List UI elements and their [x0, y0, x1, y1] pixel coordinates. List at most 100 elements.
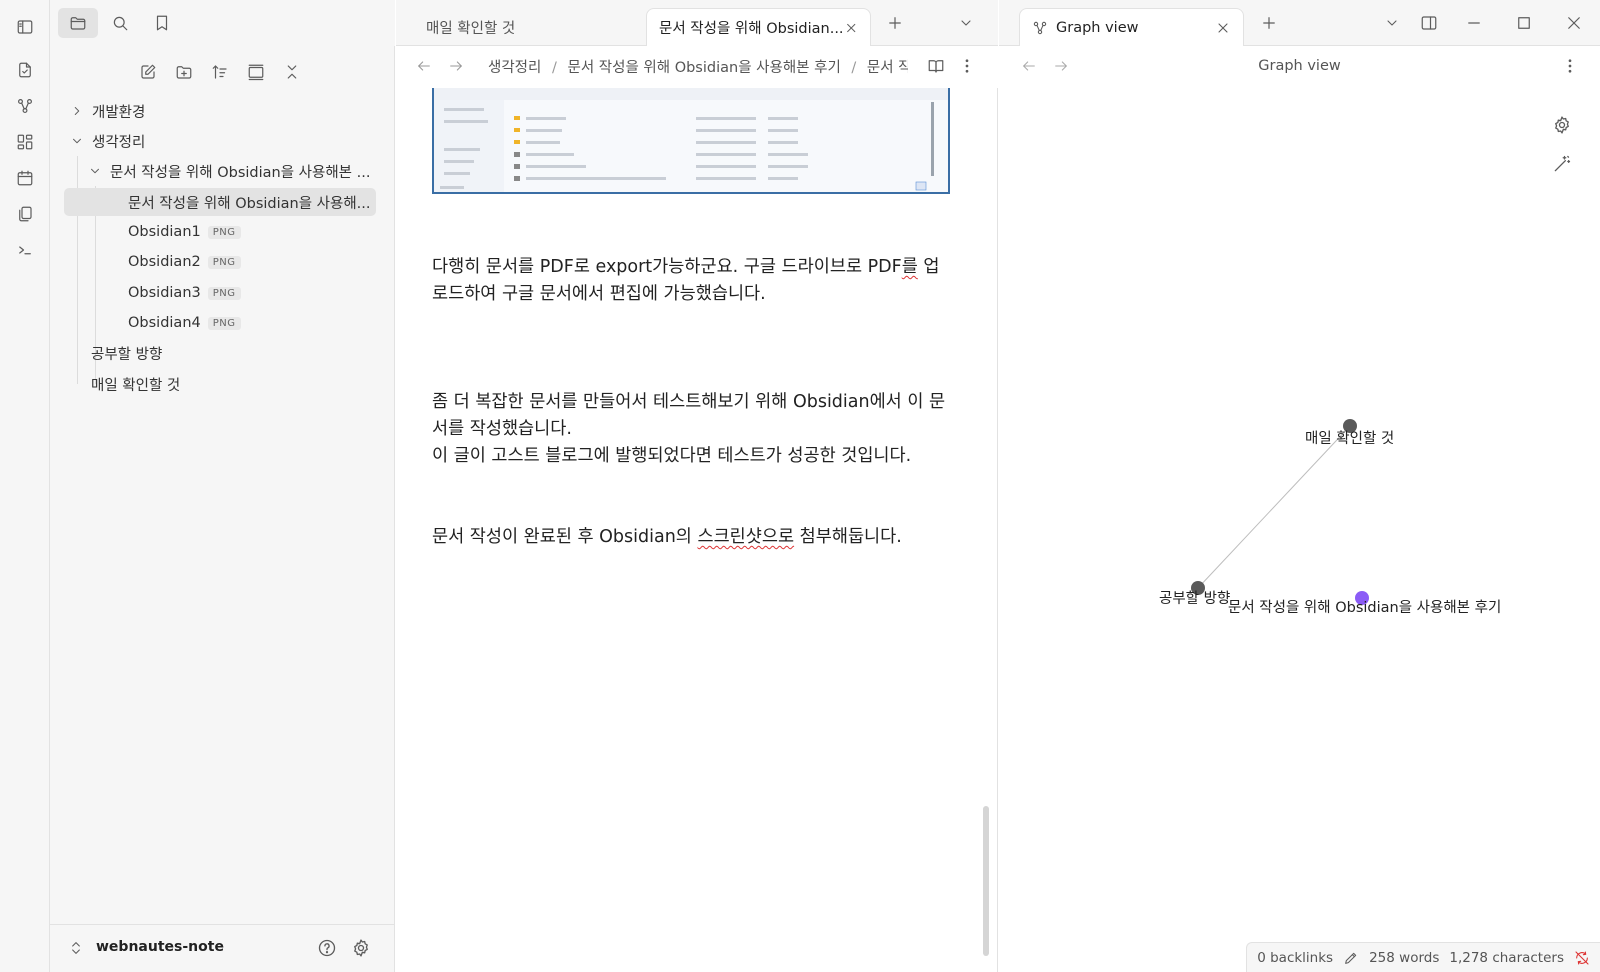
file-obsidian3[interactable]: Obsidian3 PNG [128, 279, 368, 307]
file-obsidian4[interactable]: Obsidian4 PNG [128, 309, 368, 337]
left-sidebar-header [50, 0, 395, 46]
chevron-down-icon [961, 20, 971, 26]
calendar-icon[interactable] [12, 165, 38, 191]
more-vertical-icon [1568, 59, 1572, 73]
file-공부할-방향[interactable]: 공부할 방향 [91, 339, 371, 367]
editor-header: 생각정리 / 문서 작성을 위해 Obsidian을 사용해본 후기 / 문서 … [396, 46, 998, 88]
view-title: Graph view [1258, 58, 1341, 74]
terminal-icon[interactable] [12, 237, 38, 263]
search-tab-button[interactable] [100, 8, 140, 38]
file-매일-확인할-것[interactable]: 매일 확인할 것 [91, 370, 371, 398]
templates-icon[interactable] [12, 201, 38, 227]
settings-gear-icon[interactable] [351, 938, 371, 958]
folder-obsidian-review[interactable]: 문서 작성을 위해 Obsidian을 사용해본 ... [88, 157, 378, 185]
minimize-icon [1468, 22, 1480, 24]
graph-canvas[interactable]: 매일 확인할 것 공부할 방향 문서 작성을 위해 Obsidian을 사용해본… [999, 88, 1600, 946]
graph-icon [1033, 21, 1047, 34]
editor-content[interactable]: 다행히 문서를 PDF로 export가능하군요. 구글 드라이브로 PDF를 … [396, 88, 998, 972]
right-sidebar-icon [1421, 16, 1437, 30]
sync-off-icon[interactable] [1574, 950, 1590, 966]
close-icon [1568, 17, 1580, 29]
editor-scrollbar[interactable] [983, 806, 989, 956]
graph-tab-bar: Graph view [999, 0, 1600, 46]
graph-icon[interactable] [12, 93, 38, 119]
graph-node-label: 공부할 방향 [1159, 591, 1231, 607]
graph-links [1191, 419, 1369, 605]
breadcrumb: 생각정리 / 문서 작성을 위해 Obsidian을 사용해본 후기 / 문서 … [488, 56, 908, 78]
maximize-icon [1518, 17, 1530, 29]
toggle-right-sidebar-button[interactable] [1420, 14, 1438, 32]
new-note-button[interactable] [134, 58, 162, 86]
file-type-badge: PNG [207, 225, 241, 239]
help-icon[interactable] [317, 938, 337, 958]
window-close-button[interactable] [1565, 14, 1583, 32]
minimize-button[interactable] [1465, 14, 1483, 32]
canvas-icon[interactable] [12, 129, 38, 155]
file-obsidian-review-note[interactable]: 문서 작성을 위해 Obsidian을 사용해... [64, 188, 376, 216]
vault-chevron-updown-icon[interactable] [68, 940, 84, 956]
tab-obsidian-review[interactable]: 문서 작성을 위해 Obsidian... [646, 8, 871, 46]
breadcrumb-file[interactable]: 문서 작성 [867, 60, 908, 76]
editor-tab-bar: 매일 확인할 것 문서 작성을 위해 Obsidian... [396, 0, 998, 46]
graph-link [1197, 425, 1351, 589]
graph-header: Graph view [999, 46, 1600, 88]
vault-name[interactable]: webnautes-note [96, 939, 224, 955]
maximize-button[interactable] [1515, 14, 1533, 32]
collapse-icon [287, 65, 297, 79]
reading-view-button[interactable] [927, 57, 945, 75]
file-obsidian1[interactable]: Obsidian1 PNG [128, 218, 368, 246]
backlinks-count[interactable]: 0 backlinks [1257, 950, 1333, 966]
paragraph-3: 문서 작성이 완료된 후 Obsidian의 스크린샷으로 첨부해둡니다. [432, 527, 902, 547]
spellcheck-word: 스크린샷으로 [697, 527, 795, 547]
spellcheck-word: 를 [901, 257, 918, 277]
close-icon[interactable] [844, 20, 858, 36]
close-icon[interactable] [1215, 20, 1231, 36]
files-tab-button[interactable] [58, 8, 98, 38]
forward-arrow-icon[interactable] [448, 58, 464, 74]
folder-생각정리[interactable]: 생각정리 [70, 127, 370, 155]
back-arrow-icon[interactable] [416, 58, 432, 74]
file-explorer: 개발환경 생각정리 문서 작성을 위해 Obsidian을 사용해본 ... 문… [50, 46, 395, 972]
tab-list-button[interactable] [1384, 15, 1400, 31]
tab-매일-확인할-것[interactable]: 매일 확인할 것 [414, 8, 634, 46]
breadcrumb-separator: / [851, 60, 857, 76]
breadcrumb-separator: / [551, 60, 557, 76]
reveal-icon [248, 64, 264, 81]
plus-icon [1263, 17, 1275, 29]
chevron-down-icon [73, 138, 81, 144]
new-tab-button[interactable] [1260, 14, 1278, 32]
tab-list-button[interactable] [958, 15, 974, 31]
chevron-down-icon [91, 168, 99, 174]
folder-개발환경[interactable]: 개발환경 [70, 97, 370, 125]
graph-node-label: 문서 작성을 위해 Obsidian을 사용해본 후기 [1228, 600, 1502, 616]
new-folder-button[interactable] [170, 58, 198, 86]
bookmark-icon [156, 15, 168, 31]
file-type-badge: PNG [207, 286, 241, 300]
plus-icon [889, 17, 901, 29]
paragraph-1: 다행히 문서를 PDF로 export가능하군요. 구글 드라이브로 PDF를 … [432, 257, 940, 304]
new-tab-button[interactable] [886, 14, 904, 32]
breadcrumb-folder[interactable]: 생각정리 [488, 60, 541, 76]
edit-pencil-icon[interactable] [1343, 950, 1359, 966]
sidebar-toggle-icon[interactable] [12, 14, 38, 40]
ribbon [0, 0, 50, 972]
graph-node-label: 매일 확인할 것 [1305, 431, 1395, 447]
collapse-all-button[interactable] [278, 58, 306, 86]
vault-switcher: webnautes-note [50, 924, 395, 972]
bookmarks-tab-button[interactable] [142, 8, 182, 38]
search-icon [113, 16, 128, 31]
more-options-button[interactable] [958, 57, 976, 75]
more-options-button[interactable] [1561, 57, 1579, 75]
folder-icon [70, 17, 86, 30]
new-note-icon [141, 64, 156, 79]
file-obsidian2[interactable]: Obsidian2 PNG [128, 248, 368, 276]
file-explorer-actions [50, 58, 395, 86]
character-count: 1,278 characters [1449, 949, 1564, 966]
more-vertical-icon [965, 59, 969, 73]
switcher-icon[interactable] [12, 57, 38, 83]
tab-graph-view[interactable]: Graph view [1019, 8, 1244, 46]
chevron-right-icon [74, 107, 80, 115]
sort-button[interactable] [206, 58, 234, 86]
auto-reveal-button[interactable] [242, 58, 270, 86]
breadcrumb-subfolder[interactable]: 문서 작성을 위해 Obsidian을 사용해본 후기 [567, 60, 840, 76]
